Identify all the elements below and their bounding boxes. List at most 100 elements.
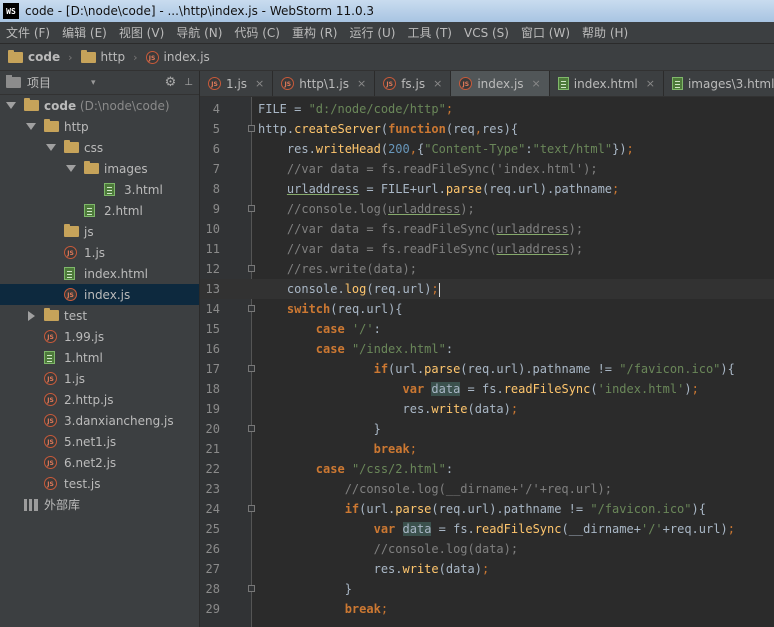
code-text: //console.log(urladdress); (258, 199, 475, 219)
breadcrumb-file[interactable]: JS index.js (145, 50, 210, 64)
js-file-icon: JS (44, 435, 57, 448)
code-line: 7 //var data = fs.readFileSync('index.ht… (200, 159, 774, 179)
code-text: urladdress = FILE+url.parse(req.url).pat… (258, 179, 619, 199)
menu-edit[interactable]: 编辑 (E) (56, 24, 113, 41)
close-icon[interactable]: × (532, 77, 541, 90)
tree-item[interactable]: JS 1.js (0, 242, 199, 263)
project-tree: code (D:\node\code) http css images 3.html 2.… (0, 95, 199, 515)
tree-item[interactable]: JS 3.danxiancheng.js (0, 410, 199, 431)
tree-item-label: 1.js (84, 246, 105, 260)
line-number: 16 (205, 342, 220, 356)
code-token: ; (626, 142, 634, 156)
tree-item[interactable]: 1.html (0, 347, 199, 368)
editor-tab[interactable]: JS 1.js × (200, 71, 274, 96)
gear-icon[interactable]: ⚙ (165, 75, 177, 90)
fold-marker-icon[interactable] (248, 365, 255, 372)
tree-item[interactable]: JS 5.net1.js (0, 431, 199, 452)
html-file-icon (557, 77, 569, 90)
code-line: 19 res.write(data); (200, 399, 774, 419)
expand-arrow-down-icon[interactable] (26, 123, 36, 130)
text-cursor (438, 282, 440, 297)
breadcrumb-folder[interactable]: http (80, 49, 125, 64)
editor-tab[interactable]: JS http\1.js × (273, 71, 376, 96)
close-icon[interactable]: × (646, 77, 655, 90)
tree-item-icon-wrap: JS (64, 246, 77, 259)
tree-item-name: 1.js (84, 245, 106, 260)
tree-item-name: 1.js (64, 371, 86, 386)
line-number: 23 (205, 482, 220, 496)
project-view-dropdown-icon[interactable]: ▾ (91, 78, 96, 88)
tree-item-label: 3.html (124, 183, 163, 197)
expand-arrow-down-icon[interactable] (66, 165, 76, 172)
code-token: //console.log(__dirname+'/'+req.url); (258, 482, 613, 496)
tree-item[interactable]: http (0, 116, 199, 137)
tree-item-label: test (64, 309, 87, 323)
fold-marker-icon[interactable] (248, 305, 255, 312)
close-icon[interactable]: × (433, 77, 442, 90)
tree-item[interactable]: images (0, 158, 199, 179)
tree-item[interactable]: test (0, 305, 199, 326)
menu-navigate[interactable]: 导航 (N) (170, 24, 228, 41)
editor-tab[interactable]: JS index.js × (451, 71, 550, 96)
fold-marker-icon[interactable] (248, 205, 255, 212)
menu-run[interactable]: 运行 (U) (344, 24, 402, 41)
tree-item-label: code (D:\node\code) (44, 99, 170, 113)
breadcrumb-separator-icon: › (133, 50, 138, 64)
expand-arrow-right-icon[interactable] (26, 310, 36, 321)
menu-help[interactable]: 帮助 (H) (576, 24, 634, 41)
expand-arrow-down-icon[interactable] (6, 102, 16, 109)
close-icon[interactable]: × (357, 77, 366, 90)
code-token: ); (568, 222, 584, 236)
hide-panel-icon[interactable]: ⊥ (184, 77, 193, 88)
code-text: break; (258, 599, 388, 619)
tree-item[interactable]: JS 1.99.js (0, 326, 199, 347)
menu-tools[interactable]: 工具 (T) (401, 24, 458, 41)
code-token: //console.log(data); (258, 542, 519, 556)
tree-item[interactable]: JS 2.http.js (0, 389, 199, 410)
menu-window[interactable]: 窗口 (W) (515, 24, 576, 41)
js-file-icon: JS (44, 330, 57, 343)
tree-item-label: js (84, 225, 94, 239)
fold-marker-icon[interactable] (248, 585, 255, 592)
editor-tab[interactable]: images\3.html× (664, 71, 774, 96)
code-token: res. (258, 402, 432, 416)
tree-item[interactable]: 3.html (0, 179, 199, 200)
folder-icon (44, 308, 59, 321)
tree-item[interactable]: js (0, 221, 199, 242)
webstorm-app-icon: WS (3, 3, 19, 19)
fold-marker-icon[interactable] (248, 425, 255, 432)
tree-item[interactable]: index.html (0, 263, 199, 284)
expand-arrow-down-icon[interactable] (46, 144, 56, 151)
code-token: var (373, 522, 396, 536)
tree-item-icon-wrap: JS (44, 330, 57, 343)
tree-item[interactable]: 外部库 (0, 494, 199, 515)
tree-item-icon-wrap (84, 204, 95, 217)
line-number: 26 (205, 542, 220, 556)
fold-marker-icon[interactable] (248, 505, 255, 512)
code-token: = fs. (460, 382, 504, 396)
menu-file[interactable]: 文件 (F) (0, 24, 56, 41)
tree-item[interactable]: JS 1.js (0, 368, 199, 389)
tree-item[interactable]: JS 6.net2.js (0, 452, 199, 473)
breadcrumb-root[interactable]: code (8, 49, 60, 64)
project-panel-title[interactable]: 项目 (27, 74, 51, 91)
editor-tab[interactable]: index.html × (550, 71, 664, 96)
code-editor[interactable]: 4 FILE = "d:/node/code/http"; 5 http.create… (200, 97, 774, 627)
code-text: //var data = fs.readFileSync(urladdress)… (258, 239, 583, 259)
code-token: urladdress (286, 182, 360, 196)
menu-code[interactable]: 代码 (C) (228, 24, 286, 41)
fold-marker-icon[interactable] (248, 125, 255, 132)
close-icon[interactable]: × (255, 77, 264, 90)
tree-item[interactable]: code (D:\node\code) (0, 95, 199, 116)
tree-item[interactable]: JS test.js (0, 473, 199, 494)
menu-vcs[interactable]: VCS (S) (458, 26, 515, 40)
menu-view[interactable]: 视图 (V) (113, 24, 170, 41)
editor-tab[interactable]: JS fs.js × (375, 71, 452, 96)
tree-item[interactable]: JS index.js (0, 284, 199, 305)
tree-item[interactable]: 2.html (0, 200, 199, 221)
tree-item[interactable]: css (0, 137, 199, 158)
tree-item-icon-wrap (64, 224, 79, 237)
fold-marker-icon[interactable] (248, 265, 255, 272)
menu-refactor[interactable]: 重构 (R) (286, 24, 344, 41)
code-token: ; (380, 602, 389, 616)
